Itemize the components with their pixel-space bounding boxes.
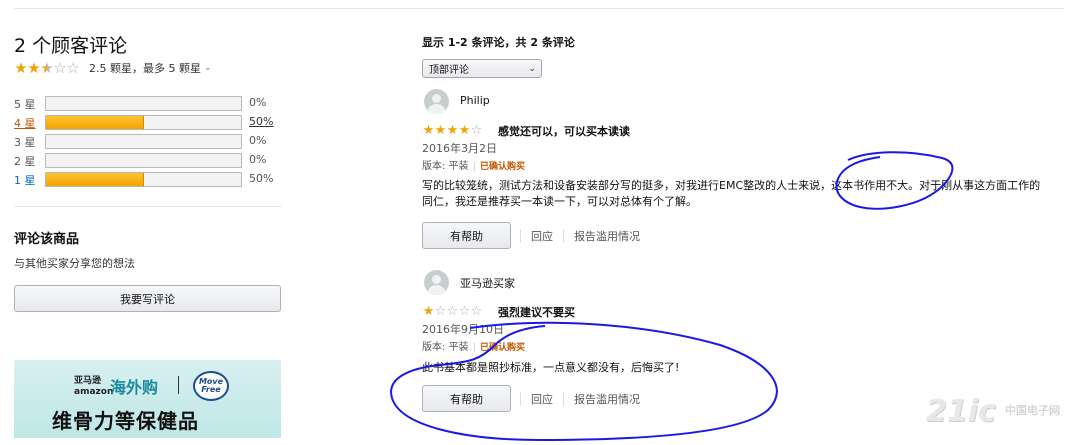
review-title[interactable]: 感觉还可以，可以买本读读	[498, 123, 630, 139]
reviewer-name[interactable]: 亚马逊买家	[460, 275, 515, 291]
histogram-label: 3 星	[14, 136, 36, 149]
reply-link[interactable]: 回应	[531, 228, 553, 244]
amazon-cn-logo: 亚马逊	[74, 376, 102, 386]
sort-select[interactable]: 顶部评论 ⌄	[422, 59, 542, 78]
histogram-percent: 0%	[249, 153, 267, 166]
reply-link[interactable]: 回应	[531, 391, 553, 407]
report-abuse-link[interactable]: 报告滥用情况	[574, 228, 640, 244]
verified-purchase-badge: 已确认购买	[479, 162, 525, 172]
ad-banner[interactable]: 亚马逊 amazon 海外购 Move Free 维骨力等保健品	[14, 360, 281, 438]
avatar	[424, 89, 449, 114]
histogram-percent-link[interactable]: 50%	[249, 172, 273, 185]
report-abuse-link[interactable]: 报告滥用情况	[574, 391, 640, 407]
amazon-logo: amazon	[74, 387, 114, 397]
watermark-logo: 21ic	[926, 394, 996, 429]
average-rating-text: 2.5 颗星，最多 5 颗星	[89, 62, 201, 75]
histogram-bar	[45, 153, 242, 168]
review-title[interactable]: 强烈建议不要买	[498, 304, 575, 320]
histogram-bar[interactable]	[45, 115, 242, 130]
histogram-percent: 0%	[249, 134, 267, 147]
histogram-bar	[45, 96, 242, 111]
review-date: 2016年3月2日	[422, 142, 497, 155]
write-review-subtext: 与其他买家分享您的想法	[14, 257, 135, 270]
section-divider	[14, 206, 282, 207]
review-count-title: 2 个顾客评论	[14, 35, 128, 57]
reviewer-name[interactable]: Philip	[460, 94, 490, 107]
write-review-button[interactable]: 我要写评论	[14, 285, 281, 312]
sort-select-value: 顶部评论	[429, 65, 469, 76]
histogram-label-link[interactable]: 1 星	[14, 172, 36, 188]
review-actions: 回应 报告滥用情况	[520, 391, 640, 407]
histogram-row-3: 3 星 0%	[14, 132, 276, 151]
histogram-row-2: 2 星 0%	[14, 151, 276, 170]
histogram-label: 2 星	[14, 155, 36, 168]
histogram-row-5: 5 星 0%	[14, 94, 276, 113]
move-free-logo: Move Free	[193, 371, 229, 401]
histogram-bar	[45, 134, 242, 149]
review-item: Philip ★ ★ ★ ★ ☆ 感觉还可以，可以买本读读 2016年3月2日 版本: …	[422, 89, 1062, 249]
review-body: 写的比较笼统，测试方法和设备安装部分写的挺多，对我进行EMC整改的人士来说，这本…	[422, 179, 1041, 208]
avatar	[424, 270, 449, 295]
rating-histogram: 5 星 0% 4 星 50% 3 星 0% 2 星 0% 1 星 50%	[14, 94, 276, 189]
watermark-text: 中国电子网	[1005, 404, 1060, 417]
average-stars-icon: ★ ★ ★ ☆ ☆	[14, 59, 79, 77]
ad-separator	[178, 376, 179, 394]
review-stars-icon: ★ ★ ★ ★ ☆	[422, 123, 483, 138]
histogram-label: 5 星	[14, 98, 36, 111]
average-rating[interactable]: ★ ★ ★ ☆ ☆ 2.5 颗星，最多 5 颗星 ⌄	[14, 59, 212, 77]
ad-haiwai-text: 海外购	[110, 378, 159, 397]
chevron-down-icon: ⌄	[203, 63, 212, 73]
review-stars-icon: ★ ☆ ☆ ☆ ☆	[422, 304, 483, 319]
helpful-button[interactable]: 有帮助	[422, 385, 511, 412]
histogram-label-link[interactable]: 4 星	[14, 115, 36, 131]
top-divider	[14, 8, 1064, 9]
review-format: 版本: 平装 | 已确认购买	[422, 342, 525, 353]
reviews-count-text: 显示 1-2 条评论，共 2 条评论	[422, 36, 575, 49]
verified-purchase-badge: 已确认购买	[479, 343, 525, 353]
review-body: 此书基本都是照抄标准，一点意义都没有，后悔买了!	[422, 361, 680, 374]
write-review-heading: 评论该商品	[14, 232, 80, 247]
histogram-percent: 0%	[249, 96, 267, 109]
histogram-row-4[interactable]: 4 星 50%	[14, 113, 276, 132]
chevron-down-icon: ⌄	[528, 63, 536, 74]
helpful-button[interactable]: 有帮助	[422, 222, 511, 249]
histogram-row-1[interactable]: 1 星 50%	[14, 170, 276, 189]
ad-headline: 维骨力等保健品	[52, 409, 199, 433]
histogram-bar[interactable]	[45, 172, 242, 187]
review-actions: 回应 报告滥用情况	[520, 228, 640, 244]
review-format: 版本: 平装 | 已确认购买	[422, 161, 525, 172]
review-date: 2016年9月10日	[422, 323, 504, 336]
histogram-percent-link[interactable]: 50%	[249, 115, 273, 128]
